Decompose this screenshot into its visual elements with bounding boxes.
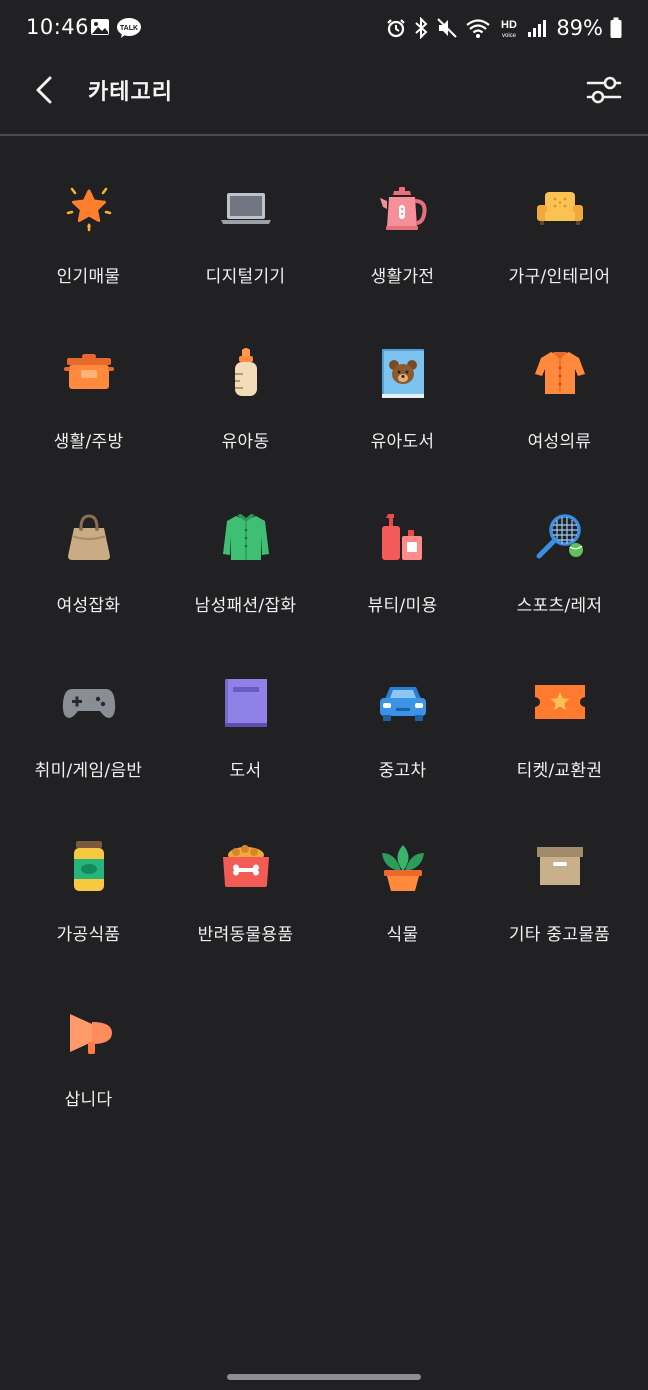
- category-other-used[interactable]: 기타 중고물품: [481, 821, 638, 986]
- category-grid: 인기매물 디지털기기 생활가전 가구/인테리어 생활/주방 유아동 유아도서 여…: [10, 163, 638, 1150]
- category-label: 도서: [229, 760, 262, 781]
- category-appliances[interactable]: 생활가전: [324, 163, 481, 328]
- category-label: 생활/주방: [53, 431, 124, 452]
- category-mens-fashion[interactable]: 남성패션/잡화: [167, 492, 324, 657]
- category-buying[interactable]: 삽니다: [10, 986, 167, 1151]
- app-bar: 카테고리: [0, 58, 648, 136]
- status-bar: 10:46 TALK HD voice 89%: [0, 0, 648, 58]
- category-kids-books[interactable]: 유아도서: [324, 328, 481, 493]
- category-label: 가공식품: [56, 925, 121, 945]
- category-used-cars[interactable]: 중고차: [324, 657, 481, 822]
- category-living-kitchen[interactable]: 생활/주방: [10, 328, 167, 493]
- category-label: 스포츠/레저: [516, 596, 603, 616]
- category-label: 가구/인테리어: [508, 267, 611, 287]
- category-label: 디지털기기: [205, 267, 286, 287]
- battery-icon: [610, 17, 622, 38]
- star-icon: [60, 179, 118, 237]
- status-time: 10:46: [26, 15, 90, 39]
- blouse-icon: [531, 344, 589, 402]
- category-books[interactable]: 도서: [167, 657, 324, 822]
- category-popular[interactable]: 인기매물: [10, 163, 167, 328]
- sliders-icon: [586, 76, 622, 104]
- kakaotalk-notification-icon: TALK: [116, 17, 142, 39]
- category-label: 여성의류: [527, 431, 592, 452]
- category-label: 남성패션/잡화: [194, 596, 297, 616]
- car-icon: [374, 673, 432, 731]
- category-label: 여성잡화: [56, 596, 121, 616]
- filter-settings-button[interactable]: [584, 72, 624, 108]
- category-beauty[interactable]: 뷰티/미용: [324, 492, 481, 657]
- category-label: 중고차: [378, 760, 427, 781]
- cosmetics-icon: [374, 508, 432, 566]
- book-icon: [217, 673, 275, 731]
- box-icon: [531, 837, 589, 895]
- megaphone-icon: [60, 1002, 118, 1060]
- jar-icon: [60, 837, 118, 895]
- pet-bowl-icon: [217, 837, 275, 895]
- signal-icon: [528, 20, 547, 37]
- status-icons: HD voice 89%: [386, 14, 622, 42]
- alarm-icon: [387, 19, 406, 38]
- plant-icon: [374, 837, 432, 895]
- category-digital[interactable]: 디지털기기: [167, 163, 324, 328]
- shirt-icon: [217, 508, 275, 566]
- pot-icon: [60, 344, 118, 402]
- baby-bottle-icon: [217, 344, 275, 402]
- svg-text:TALK: TALK: [120, 25, 138, 32]
- category-womens-accessories[interactable]: 여성잡화: [10, 492, 167, 657]
- category-hobby-games[interactable]: 취미/게임/음반: [10, 657, 167, 822]
- hd-voice-icon: HD voice: [501, 19, 517, 39]
- category-womens-clothing[interactable]: 여성의류: [481, 328, 638, 493]
- wifi-icon: [466, 19, 491, 38]
- sofa-icon: [531, 179, 589, 237]
- gallery-notification-icon: [90, 18, 110, 36]
- category-label: 뷰티/미용: [367, 596, 438, 616]
- bear-book-icon: [374, 344, 432, 402]
- svg-text:voice: voice: [502, 33, 517, 39]
- category-label: 기타 중고물품: [508, 925, 611, 945]
- mute-icon: [437, 18, 458, 38]
- ticket-icon: [531, 673, 589, 731]
- category-label: 반려동물용품: [197, 925, 294, 945]
- category-label: 인기매물: [56, 267, 121, 287]
- gamepad-icon: [60, 673, 118, 731]
- chevron-left-icon: [36, 76, 52, 104]
- category-label: 취미/게임/음반: [34, 760, 143, 781]
- page-title: 카테고리: [88, 80, 173, 105]
- category-label: 유아동: [221, 431, 270, 452]
- back-button[interactable]: [26, 70, 66, 110]
- category-pet-supplies[interactable]: 반려동물용품: [167, 821, 324, 986]
- category-label: 식물: [386, 925, 419, 945]
- category-label: 생활가전: [370, 267, 435, 287]
- bluetooth-icon: [415, 17, 428, 39]
- handbag-icon: [60, 508, 118, 566]
- category-label: 유아도서: [370, 431, 435, 452]
- category-kids[interactable]: 유아동: [167, 328, 324, 493]
- category-label: 티켓/교환권: [516, 760, 603, 781]
- category-processed-food[interactable]: 가공식품: [10, 821, 167, 986]
- category-furniture[interactable]: 가구/인테리어: [481, 163, 638, 328]
- kettle-icon: [374, 179, 432, 237]
- category-sports[interactable]: 스포츠/레저: [481, 492, 638, 657]
- tennis-racket-icon: [531, 508, 589, 566]
- category-tickets[interactable]: 티켓/교환권: [481, 657, 638, 822]
- category-plants[interactable]: 식물: [324, 821, 481, 986]
- laptop-icon: [217, 179, 275, 237]
- category-label: 삽니다: [64, 1089, 113, 1110]
- battery-percent: 89%: [556, 16, 603, 40]
- svg-text:HD: HD: [501, 19, 517, 31]
- home-indicator[interactable]: [227, 1374, 421, 1380]
